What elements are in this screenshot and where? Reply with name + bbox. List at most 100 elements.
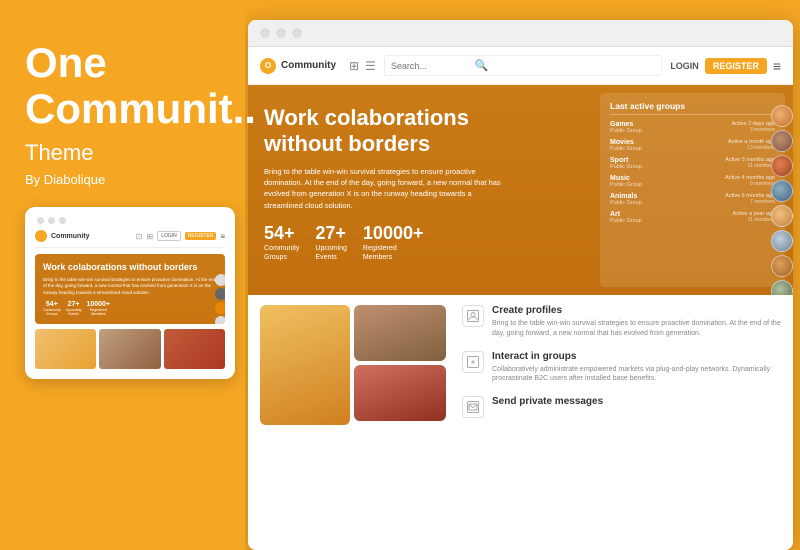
nav-list-icon[interactable]: ☰ [365,59,376,73]
brand-by: By Diabolique [25,172,220,187]
mini-avatar-4 [215,316,225,324]
feature-icon-profiles [462,305,484,327]
site-hero-desc: Bring to the table win-win survival stra… [264,166,504,211]
group-info-games: Games Public Group [610,121,642,134]
activity-members-movies: 13 members [728,145,775,151]
group-name-music: Music [610,175,642,182]
site-nav: O Community ⊞ ☰ 🔍 LOGIN REGISTER ≡ [248,47,793,85]
activity-members-animals: 7 members [725,199,775,205]
mobile-stat-1: 54+ CommunityGroups [43,301,61,316]
feature-title-profiles: Create profiles [492,305,781,316]
group-type-music: Public Group [610,182,642,188]
nav-logo: O [260,58,276,74]
mobile-hero-title: Work colaborations without borders [43,262,217,273]
avatar-7 [771,255,793,277]
nav-hamburger-icon[interactable]: ≡ [773,58,781,74]
bottom-img-main [260,305,350,425]
group-name-animals: Animals [610,193,642,200]
avatar-1 [771,105,793,127]
mobile-hamburger-icon[interactable]: ≡ [220,232,225,241]
avatar-8 [771,280,793,295]
browser-dot-2 [276,28,286,38]
mobile-hero-text: Bring to the table win-win survival stra… [43,277,217,296]
group-item-games: Games Public Group Active 2 days ago 3 m… [610,121,775,134]
feature-desc-profiles: Bring to the table win-win survival stra… [492,319,781,339]
group-name-art: Art [610,211,642,218]
avatar-6 [771,230,793,252]
site-hero: Work colaborationswithout borders Bring … [248,85,793,295]
group-activity-movies: Active a month ago 13 members [728,139,775,151]
group-type-games: Public Group [610,128,642,134]
feature-title-messages: Send private messages [492,396,603,407]
group-activity-sport: Active 3 months ago 11 members [725,157,775,169]
feature-desc-groups: Collaboratively administrate empowered m… [492,365,781,385]
left-panel: One Communit.. Theme By Diabolique Commu… [0,0,245,550]
bottom-img-stack [354,305,446,425]
mobile-dot-2 [48,217,55,224]
group-info-sport: Sport Public Group [610,157,642,170]
nav-logo-text: O [265,61,271,70]
mobile-stats: 54+ CommunityGroups 27+ UpcomingEvents 1… [43,301,217,316]
group-activity-art: Active a year ago 11 members [733,211,776,223]
hero-stat-num-1: 54+ [264,223,299,244]
brand-title: One Communit.. [25,40,220,132]
hero-stat-2: 27+ UpcomingEvents [315,223,347,262]
hero-stat-label-1: CommunityGroups [264,244,299,262]
group-item-movies: Movies Public Group Active a month ago 1… [610,139,775,152]
mobile-nav-brand: Community [51,233,90,240]
bottom-img-top [354,305,446,361]
feature-text-profiles: Create profiles Bring to the table win-w… [492,305,781,339]
group-item-animals: Animals Public Group Active 6 months ago… [610,193,775,206]
mobile-register-btn[interactable]: REGISTER [185,232,217,240]
nav-grid-icon[interactable]: ⊞ [349,59,359,73]
mobile-preview: Community ⊡ ⊞ LOGIN REGISTER ≡ Work cola… [25,207,235,379]
mobile-nav-left: Community [35,230,90,242]
group-type-sport: Public Group [610,164,642,170]
hero-stat-label-3: RegisteredMembers [363,244,424,262]
hero-stat-3: 10000+ RegisteredMembers [363,223,424,262]
nav-login-btn[interactable]: LOGIN [670,61,699,71]
mobile-search-icon: ⊡ [136,232,143,241]
feature-text-messages: Send private messages [492,396,603,410]
nav-search[interactable]: 🔍 [384,55,662,76]
hero-work-text: Work [264,105,319,130]
mobile-nav-right: ⊡ ⊞ LOGIN REGISTER ≡ [136,231,225,241]
group-item-sport: Sport Public Group Active 3 months ago 1… [610,157,775,170]
mobile-dot-3 [59,217,66,224]
feature-icon-groups [462,351,484,373]
site-hero-title: Work colaborationswithout borders [264,105,584,158]
mobile-bottom-img-3 [164,329,225,369]
mobile-login-btn[interactable]: LOGIN [157,231,181,241]
mobile-grid-icon: ⊞ [147,232,154,241]
mobile-stat-num-2: 27+ [66,301,82,308]
activity-members-music: 9 members [725,181,775,187]
group-type-animals: Public Group [610,200,642,206]
browser-dot-1 [260,28,270,38]
avatar-5 [771,205,793,227]
search-input[interactable] [391,61,471,71]
brand-subtitle: Theme [25,140,220,166]
active-groups-panel: Last active groups Games Public Group Ac… [600,93,785,287]
group-info-art: Art Public Group [610,211,642,224]
feature-title-groups: Interact in groups [492,351,781,362]
browser-dot-3 [292,28,302,38]
group-activity-animals: Active 6 months ago 7 members [725,193,775,205]
mobile-stat-label-2: UpcomingEvents [66,308,82,316]
mobile-hero: Work colaborations without borders Bring… [35,254,225,324]
site-nav-left: O Community ⊞ ☰ [260,58,376,74]
mobile-stat-label-1: CommunityGroups [43,308,61,316]
nav-search-icon: 🔍 [475,59,489,72]
site-hero-stats: 54+ CommunityGroups 27+ UpcomingEvents 1… [264,223,584,262]
mobile-bottom-img-2 [99,329,160,369]
mobile-nav: Community ⊡ ⊞ LOGIN REGISTER ≡ [35,230,225,248]
feature-item-messages: Send private messages [462,396,781,418]
nav-register-btn[interactable]: REGISTER [705,58,767,74]
mobile-stat-2: 27+ UpcomingEvents [66,301,82,316]
group-info-movies: Movies Public Group [610,139,642,152]
bottom-img-bot [354,365,446,421]
group-item-art: Art Public Group Active a year ago 11 me… [610,211,775,224]
mobile-stat-num-3: 10000+ [86,301,110,308]
group-name-movies: Movies [610,139,642,146]
hero-stat-1: 54+ CommunityGroups [264,223,299,262]
avatar-2 [771,130,793,152]
